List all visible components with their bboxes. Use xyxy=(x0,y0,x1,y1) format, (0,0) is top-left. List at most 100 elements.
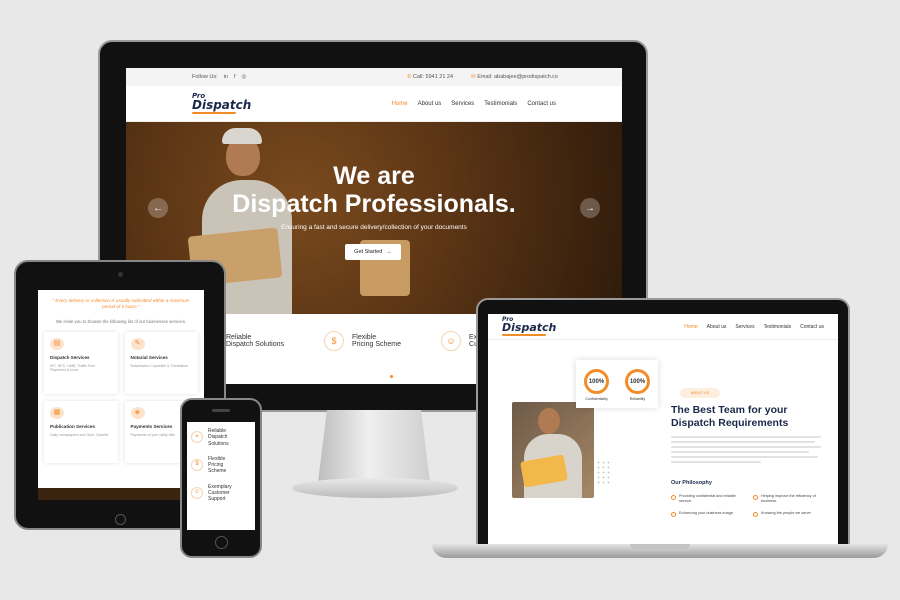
philosophy-item: Knowing the people we serve. xyxy=(753,511,827,517)
delivery-quote: " Every delivery or collection is usuall… xyxy=(52,298,190,310)
location-icon: ⌖ xyxy=(191,431,203,444)
nav-contact[interactable]: Contact us xyxy=(527,101,556,107)
nav-testimonials[interactable]: Testimonials xyxy=(764,324,792,330)
hero-title: We are Dispatch Professionals. xyxy=(126,162,622,218)
logo-line2: Dispatch xyxy=(192,97,252,112)
logo-swoosh-icon xyxy=(502,333,546,336)
about-badge: ABOUT US xyxy=(680,388,720,398)
get-started-label: Get Started xyxy=(354,249,383,255)
stat-label: Reliability xyxy=(629,397,646,401)
slider-prev-button[interactable]: ← xyxy=(148,198,168,218)
check-icon xyxy=(671,511,676,517)
stat-label: Confidentiality xyxy=(585,397,608,401)
feature-support: ☺ Exemplary Customer Support xyxy=(187,478,255,506)
camera-icon xyxy=(118,272,123,277)
philosophy-title: Our Philosophy xyxy=(671,480,712,486)
check-icon xyxy=(671,495,676,500)
service-card-dispatch[interactable]: ▤ Dispatch Services IPC, BPC, UMB, Traff… xyxy=(44,331,118,394)
slider-next-button[interactable]: → xyxy=(580,198,600,218)
service-title: Publication Services xyxy=(50,423,95,429)
service-desc: Notarisation / Apostille & Translation xyxy=(130,363,189,368)
philosophy-text: Enhancing your business image. xyxy=(679,510,734,515)
service-card-notarial[interactable]: ✎ Notarial Services Notarisation / Apost… xyxy=(124,331,198,394)
logo-line2: Dispatch xyxy=(502,320,557,334)
laptop-base xyxy=(432,544,888,558)
stat-confidentiality: 100% Confidentiality xyxy=(584,369,609,401)
feature-subtitle: Dispatch Solutions xyxy=(226,341,284,348)
philosophy-list: Providing confidential and reliable serv… xyxy=(671,494,827,517)
price-tag-icon: $ xyxy=(191,459,203,472)
feature-title: Flexible xyxy=(351,334,377,341)
philosophy-text: Knowing the people we serve. xyxy=(761,510,812,515)
home-button[interactable] xyxy=(215,536,228,549)
laptop-screen: Pro Dispatch Home About us Services Test… xyxy=(488,314,838,546)
about-section: 100% Confidentiality 100% Reliability AB… xyxy=(488,340,838,546)
arrow-left-icon: ← xyxy=(153,202,163,214)
linkedin-icon[interactable]: in xyxy=(224,74,228,80)
feature-reliable: Reliable Dispatch Solutions xyxy=(226,334,284,348)
arrow-right-icon: → xyxy=(585,202,595,214)
logo[interactable]: Pro Dispatch xyxy=(192,93,252,114)
stat-value: 100% xyxy=(625,369,650,394)
get-started-button[interactable]: Get Started → xyxy=(345,244,401,260)
laptop-device: Pro Dispatch Home About us Services Test… xyxy=(476,298,850,546)
feature-flexible: $ Flexible Pricing Scheme xyxy=(323,331,402,351)
service-desc: IPC, BPC, UMB, Traffic Fine Payments & m… xyxy=(50,363,96,372)
stat-reliability: 100% Reliability xyxy=(625,369,650,401)
speaker-icon xyxy=(212,409,230,412)
stats-card: 100% Confidentiality 100% Reliability xyxy=(576,360,658,408)
service-card-publication[interactable]: ▦ Publication Services Daily newspapers … xyxy=(44,400,118,463)
feature-subtitle: Pricing Scheme xyxy=(351,341,402,348)
nav-services[interactable]: Services xyxy=(451,101,474,107)
email-text[interactable]: Email: ababajee@prodispatch.co xyxy=(477,74,558,80)
hero-title-line1: We are xyxy=(333,162,415,190)
hero-title-line2: Dispatch Professionals. xyxy=(232,190,516,218)
call-text[interactable]: Call: 5941 21 24 xyxy=(413,74,453,80)
philosophy-item: Providing confidential and reliable serv… xyxy=(671,494,745,504)
hero-subtitle: Ensuring a fast and secure delivery/coll… xyxy=(281,224,467,231)
feature-line: Support xyxy=(208,496,226,502)
services-intro: We invite you to browse the following li… xyxy=(55,318,187,324)
nav-contact[interactable]: Contact us xyxy=(800,324,824,330)
monitor-stand-base xyxy=(292,478,458,498)
instagram-icon[interactable]: ◎ xyxy=(241,74,246,80)
newspaper-icon: ▦ xyxy=(50,406,64,419)
arrow-right-icon: → xyxy=(386,249,392,255)
nav-services[interactable]: Services xyxy=(735,324,754,330)
nav-testimonials[interactable]: Testimonials xyxy=(484,101,517,107)
feature-line: Scheme xyxy=(208,468,227,475)
nav-home[interactable]: Home xyxy=(392,101,408,107)
laptop-nav: Pro Dispatch Home About us Services Test… xyxy=(488,314,838,340)
feature-title: Reliable xyxy=(226,334,252,341)
support-icon: ☺ xyxy=(441,331,462,351)
slider-indicator[interactable] xyxy=(390,375,393,378)
nav-about[interactable]: About us xyxy=(418,101,442,107)
follow-label: Follow Us: xyxy=(192,74,218,80)
feature-line: Exemplary xyxy=(208,483,232,490)
box-icon: ▤ xyxy=(50,337,64,350)
service-desc: Daily newspapers and Govt. Gazette xyxy=(50,432,109,437)
philosophy-item: Helping improve the efficiency of busine… xyxy=(753,494,827,504)
home-button[interactable] xyxy=(115,514,126,525)
facebook-icon[interactable]: f xyxy=(234,74,236,80)
feature-line: Solutions xyxy=(208,440,229,447)
mail-icon: ✉ xyxy=(471,74,476,80)
about-heading: The Best Team for your Dispatch Requirem… xyxy=(671,404,789,429)
stamp-icon: ✎ xyxy=(130,337,145,350)
philosophy-item: Enhancing your business image. xyxy=(671,511,745,517)
philosophy-text: Providing confidential and reliable serv… xyxy=(679,494,736,503)
philosophy-text: Helping improve the efficiency of busine… xyxy=(761,494,816,503)
feature-flexible: $ Flexible Pricing Scheme xyxy=(187,450,255,478)
check-icon xyxy=(753,495,758,500)
courier-photo xyxy=(512,402,594,498)
laptop-notch xyxy=(630,544,690,549)
service-title: Dispatch Services xyxy=(50,354,90,360)
wallet-icon: ◈ xyxy=(130,406,145,419)
logo[interactable]: Pro Dispatch xyxy=(502,317,557,336)
nav-about[interactable]: About us xyxy=(707,324,727,330)
monitor-stand-neck xyxy=(318,410,430,482)
nav-home[interactable]: Home xyxy=(684,324,697,330)
feature-line: Dispatch xyxy=(208,434,228,441)
phone-screen: ⌖ Reliable Dispatch Solutions $ Flexible Pr… xyxy=(187,422,255,530)
logo-swoosh-icon xyxy=(192,111,236,114)
